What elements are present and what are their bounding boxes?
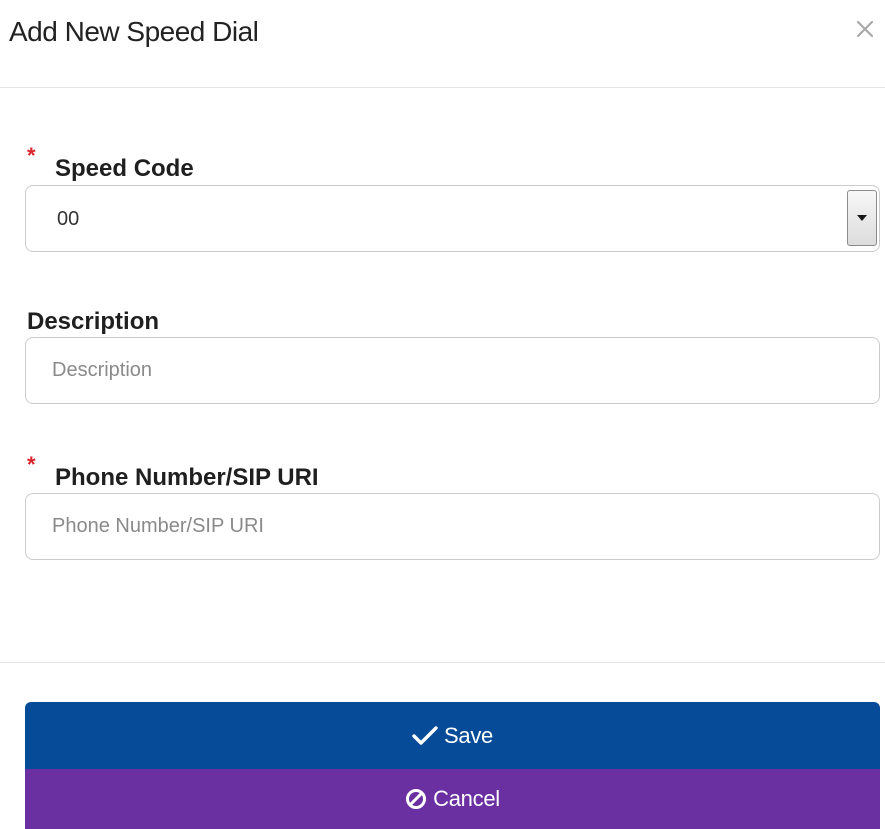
save-label: Save [444,722,493,748]
description-label: Description [27,308,160,335]
dialog-title: Add New Speed Dial [9,16,259,47]
select-arrow-button[interactable] [847,190,877,246]
required-marker: * [27,143,36,168]
required-marker: * [27,452,36,477]
phone-number-label: Phone Number/SIP URI [55,464,319,491]
speed-code-label: Speed Code [55,155,194,182]
close-button[interactable] [850,14,880,44]
ban-icon [406,789,427,809]
save-button[interactable]: Save [25,702,880,769]
chevron-down-icon [857,215,867,221]
cancel-label: Cancel [433,786,500,811]
speed-code-select[interactable]: 00 [25,185,880,252]
description-input[interactable] [25,337,880,404]
checkmark-icon [412,725,438,745]
speed-code-value: 00 [57,208,80,230]
close-icon [856,20,874,38]
phone-number-input[interactable] [25,493,880,560]
footer-divider [0,662,885,663]
cancel-button[interactable]: Cancel [25,769,880,829]
dialog-header: Add New Speed Dial [0,0,885,88]
add-speed-dial-dialog: Add New Speed Dial * Speed Code 00 Descr… [0,0,885,829]
